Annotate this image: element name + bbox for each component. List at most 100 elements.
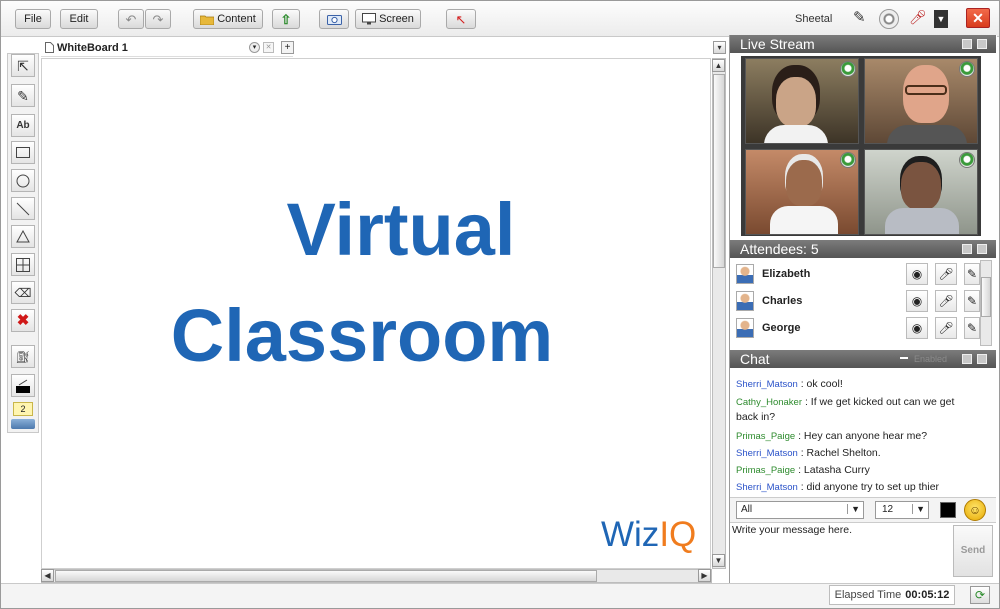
emoticon-icon[interactable]: ☺ <box>964 499 986 521</box>
attendee-pencil-icon[interactable]: ✎ <box>964 263 980 285</box>
triangle-tool[interactable] <box>11 225 35 248</box>
video-tile-4[interactable] <box>864 149 978 235</box>
user-name: Sheetal <box>795 13 833 25</box>
live-stream-maximize-button[interactable] <box>977 39 987 49</box>
chevron-down-icon: ▼ <box>912 504 925 514</box>
page-nav-control[interactable] <box>11 419 35 429</box>
red-pointer-icon: ↖ <box>455 11 467 27</box>
tab-scroll-button[interactable]: ▾ <box>713 41 726 54</box>
attendee-row[interactable]: George ◉ 🎤︎ ✎ <box>734 316 980 340</box>
refresh-button[interactable]: ⟳ <box>970 586 990 604</box>
ellipse-tool[interactable] <box>11 169 35 192</box>
circle-icon <box>16 174 30 188</box>
monitor-icon <box>362 13 377 25</box>
attendees-maximize-button[interactable] <box>977 244 987 254</box>
attendees-scroll-thumb[interactable] <box>981 277 991 317</box>
tab-close-button[interactable]: ✕ <box>263 42 274 53</box>
chat-minimize-button[interactable] <box>962 354 972 364</box>
edit-menu-button[interactable]: Edit <box>60 9 98 29</box>
file-menu-label: File <box>24 13 42 25</box>
vertical-scroll-thumb[interactable] <box>713 74 725 268</box>
close-window-button[interactable]: ✕ <box>966 8 990 28</box>
recipient-select[interactable]: All ▼ <box>736 501 864 519</box>
close-icon: ✕ <box>972 10 984 26</box>
screen-share-button[interactable]: Screen <box>355 9 421 29</box>
snapshot-button[interactable] <box>319 9 349 29</box>
attendee-mic-icon[interactable]: 🎤︎ <box>935 317 957 339</box>
webcam-icon[interactable] <box>879 9 899 29</box>
video-status-icon[interactable] <box>959 152 975 168</box>
tab-menu-button[interactable]: ▾ <box>249 42 260 53</box>
attendee-mic-icon[interactable]: 🎤︎ <box>935 290 957 312</box>
line-icon <box>16 202 30 216</box>
font-size-select[interactable]: 12 ▼ <box>875 501 929 519</box>
add-tab-button[interactable]: + <box>281 41 294 54</box>
select-arrow-icon: ⇱ <box>17 57 29 74</box>
attendee-pencil-icon[interactable]: ✎ <box>964 290 980 312</box>
pointer-button[interactable]: ↖ <box>446 9 476 29</box>
user-avatar-icon <box>736 264 754 284</box>
select-tool[interactable]: ⇱ <box>11 54 35 77</box>
horizontal-scroll-thumb[interactable] <box>55 570 597 582</box>
participant-face-3 <box>786 160 822 206</box>
edit-menu-label: Edit <box>69 13 89 25</box>
chat-message: Sherri_Matson : Rachel Shelton. <box>736 446 976 461</box>
scroll-left-button[interactable]: ◀ <box>41 569 54 582</box>
scroll-up-icon: ▲ <box>714 61 723 70</box>
rectangle-tool[interactable] <box>11 141 35 164</box>
user-avatar-icon <box>736 291 754 311</box>
chat-collapse-icon[interactable] <box>900 357 908 359</box>
chat-maximize-button[interactable] <box>977 354 987 364</box>
undo-icon: ↶ <box>125 11 137 27</box>
attendee-video-icon[interactable]: ◉ <box>906 263 928 285</box>
chat-separator: : <box>804 396 808 408</box>
chat-enabled-label: Enabled <box>914 354 948 364</box>
send-button[interactable]: Send <box>953 525 993 577</box>
undo-button[interactable]: ↶ <box>118 9 144 29</box>
attendee-pencil-icon[interactable]: ✎ <box>964 317 980 339</box>
line-tool[interactable] <box>11 197 35 220</box>
chat-message: Sherri_Matson : did anyone try to set up… <box>736 480 976 495</box>
virtual-classroom-window: File Edit ↶ ↷ Content ⇧ Screen ↖ Sheetal… <box>0 0 1000 609</box>
attendee-video-icon[interactable]: ◉ <box>906 317 928 339</box>
whiteboard-tab-label: WhiteBoard 1 <box>57 41 128 54</box>
file-menu-button[interactable]: File <box>15 9 51 29</box>
mic-dropdown-icon[interactable]: ▼ <box>934 10 948 28</box>
stroke-color-tool[interactable] <box>11 374 35 397</box>
send-label: Send <box>960 545 986 556</box>
wiziq-logo-iq: IQ <box>659 515 697 554</box>
grid-tool[interactable] <box>11 253 35 276</box>
attendee-name: Elizabeth <box>762 268 811 280</box>
attendee-video-icon[interactable]: ◉ <box>906 290 928 312</box>
page-number-badge[interactable]: 2 <box>13 402 33 416</box>
wiziq-logo: WizIQ <box>601 517 696 552</box>
video-status-icon[interactable] <box>840 152 856 168</box>
attendees-header: Attendees: 5 <box>730 240 996 258</box>
microphone-icon[interactable]: 🎤︎ <box>909 10 927 24</box>
attendee-row[interactable]: Elizabeth ◉ 🎤︎ ✎ <box>734 262 980 286</box>
attendee-mic-icon[interactable]: 🎤︎ <box>935 263 957 285</box>
chat-text: ok cool! <box>806 378 843 390</box>
text-color-swatch[interactable] <box>940 502 956 518</box>
attendees-minimize-button[interactable] <box>962 244 972 254</box>
live-stream-minimize-button[interactable] <box>962 39 972 49</box>
video-tile-1[interactable] <box>745 58 859 144</box>
chat-separator: : <box>800 447 804 459</box>
pencil-tool[interactable]: ✎ <box>11 84 35 107</box>
document-icon <box>45 42 54 53</box>
video-status-icon[interactable] <box>959 61 975 77</box>
upload-button[interactable]: ⇧ <box>272 9 300 29</box>
content-button[interactable]: Content <box>193 9 263 29</box>
chevron-down-icon: ▼ <box>847 504 860 514</box>
scroll-down-button[interactable]: ▼ <box>712 554 725 567</box>
scroll-right-button[interactable]: ▶ <box>698 569 711 582</box>
pencil-permission-icon[interactable]: ✎ <box>853 10 866 25</box>
video-tile-2[interactable] <box>864 58 978 144</box>
redo-button[interactable]: ↷ <box>145 9 171 29</box>
text-tool[interactable]: Ab <box>11 114 35 137</box>
attendee-row[interactable]: Charles ◉ 🎤︎ ✎ <box>734 289 980 313</box>
scroll-up-button[interactable]: ▲ <box>712 59 725 72</box>
video-status-icon[interactable] <box>840 61 856 77</box>
chat-message-input[interactable]: Write your message here. <box>730 523 950 583</box>
video-tile-3[interactable] <box>745 149 859 235</box>
